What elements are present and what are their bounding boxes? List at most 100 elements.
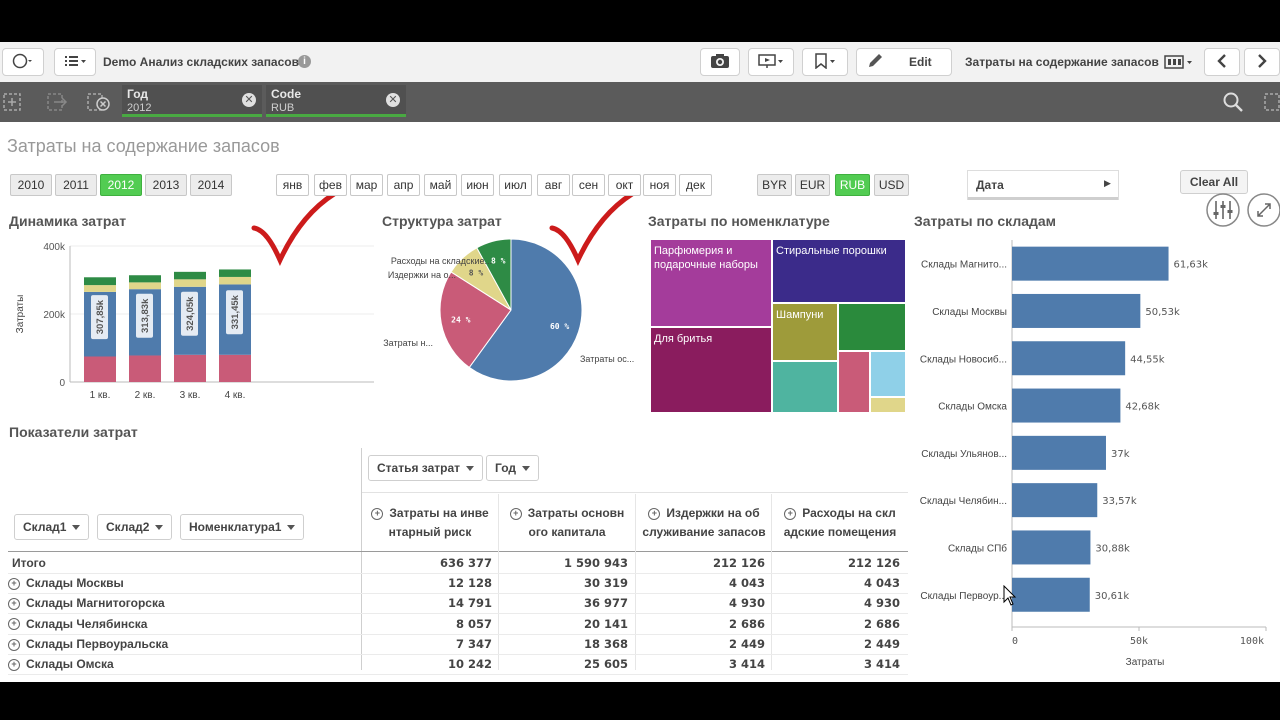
month-button[interactable]: июн (461, 174, 494, 196)
edit-button[interactable]: Edit (856, 48, 952, 76)
currency-button[interactable]: RUB (835, 174, 870, 196)
treemap-cell-shampoo[interactable]: Шампуни (772, 303, 838, 361)
expand-icon[interactable]: + (8, 638, 20, 651)
expand-icon[interactable]: + (371, 507, 384, 520)
table-row[interactable]: Итого 636 377 1 590 943 212 126 212 126 (8, 553, 908, 574)
year-button[interactable]: 2014 (190, 174, 232, 196)
bar-segment[interactable] (174, 354, 206, 382)
table-row[interactable]: + Склады Челябинска 8 057 20 141 2 686 2 686 (8, 614, 908, 635)
navigation-button[interactable] (2, 48, 44, 76)
clear-selections-icon[interactable] (86, 92, 112, 117)
treemap-cell[interactable] (838, 351, 870, 413)
treemap-cell[interactable] (870, 397, 906, 413)
table-column-header[interactable]: + Расходы на скл адские помещения (772, 504, 908, 552)
close-icon[interactable]: ✕ (242, 93, 256, 107)
value-cell: 3 414 (863, 657, 900, 671)
currency-button[interactable]: EUR (795, 174, 830, 196)
nomenclature-treemap[interactable]: Парфюмерия и подарочные наборы Стиральны… (650, 239, 906, 413)
table-row[interactable]: + Склады Москвы 12 128 30 319 4 043 4 043 (8, 573, 908, 595)
month-button[interactable]: дек (679, 174, 712, 196)
expand-icon[interactable]: + (8, 598, 20, 611)
expand-icon[interactable]: + (509, 507, 522, 520)
close-icon[interactable]: ✕ (386, 93, 400, 107)
row-dim-nomenclature[interactable]: Номенклатура1 (180, 514, 305, 540)
next-sheet-button[interactable] (1244, 48, 1280, 76)
snapshot-button[interactable] (700, 48, 740, 76)
month-button[interactable]: авг (537, 174, 570, 196)
expand-icon[interactable]: + (784, 507, 797, 520)
bar[interactable] (1012, 483, 1098, 518)
bar-segment[interactable] (129, 282, 161, 290)
month-button[interactable]: июл (499, 174, 532, 196)
month-button[interactable]: ноя (643, 174, 676, 196)
expand-icon[interactable]: + (8, 658, 20, 671)
bar[interactable] (1012, 388, 1121, 423)
clear-all-button[interactable]: Clear All (1180, 170, 1248, 194)
currency-button[interactable]: BYR (757, 174, 792, 196)
table-row[interactable]: + Склады Магнитогорска 14 791 36 977 4 930 4 … (8, 593, 908, 615)
treemap-cell[interactable] (838, 303, 906, 351)
expand-icon[interactable]: + (648, 507, 661, 520)
month-button[interactable]: мар (350, 174, 383, 196)
bar-segment[interactable] (129, 275, 161, 283)
month-button[interactable]: янв (276, 174, 309, 196)
step-forward-icon[interactable] (46, 92, 70, 117)
month-button[interactable]: окт (608, 174, 641, 196)
bar-segment[interactable] (84, 356, 116, 383)
treemap-cell-detergent[interactable]: Стиральные порошки (772, 239, 906, 303)
bar-segment[interactable] (219, 354, 251, 382)
fullscreen-icon[interactable] (1246, 192, 1280, 233)
bar-segment[interactable] (174, 271, 206, 280)
selections-tool-icon[interactable] (1262, 91, 1280, 118)
selection-chip-code[interactable]: Code RUB ✕ (266, 85, 406, 117)
row-dim-sklad2[interactable]: Склад2 (97, 514, 173, 540)
previous-sheet-button[interactable] (1204, 48, 1240, 76)
month-button[interactable]: апр (387, 174, 420, 196)
row-dim-sklad1[interactable]: Склад1 (14, 514, 90, 540)
selection-chip-year[interactable]: Год 2012 ✕ (122, 85, 262, 117)
year-button[interactable]: 2012 (100, 174, 142, 196)
bar-segment[interactable] (174, 279, 206, 287)
table-row[interactable]: + Склады Первоуральска 7 347 18 368 2 449 2 4… (8, 634, 908, 655)
bar-segment[interactable] (84, 285, 116, 292)
bar-segment[interactable] (129, 355, 161, 382)
month-button[interactable]: фев (314, 174, 347, 196)
bookmark-button[interactable] (802, 48, 848, 76)
year-button[interactable]: 2013 (145, 174, 187, 196)
filters-icon[interactable] (1205, 192, 1241, 233)
date-filter[interactable]: Дата ▶ (967, 170, 1119, 200)
table-row[interactable]: + Склады Омска 10 242 25 605 3 414 3 414 (8, 654, 908, 675)
treemap-cell[interactable] (772, 361, 838, 413)
bar-segment[interactable] (84, 277, 116, 286)
bar-segment[interactable] (219, 269, 251, 277)
month-button[interactable]: май (424, 174, 457, 196)
warehouses-bar-chart[interactable]: Склады Магнито... 61,63k Склады Москвы 50,5… (910, 232, 1280, 672)
table-column-header[interactable]: + Издержки на об служивание запасов (636, 504, 772, 552)
bar[interactable] (1012, 246, 1169, 281)
expand-icon[interactable]: + (8, 618, 20, 631)
bar[interactable] (1012, 435, 1106, 470)
col-dim-year[interactable]: Год (486, 455, 539, 481)
bar[interactable] (1012, 341, 1126, 376)
year-button[interactable]: 2011 (55, 174, 97, 196)
bar[interactable] (1012, 293, 1141, 328)
treemap-cell[interactable] (870, 351, 906, 397)
search-icon[interactable] (1222, 91, 1244, 118)
table-column-header[interactable]: + Затраты основн ого капитала (499, 504, 635, 552)
bar[interactable] (1012, 530, 1091, 565)
year-button[interactable]: 2010 (10, 174, 52, 196)
expand-icon[interactable]: + (8, 578, 20, 591)
treemap-cell-shaving[interactable]: Для бритья (650, 327, 772, 413)
currency-button[interactable]: USD (874, 174, 909, 196)
treemap-cell-perfume[interactable]: Парфюмерия и подарочные наборы (650, 239, 772, 327)
selection-tool-icon[interactable] (2, 92, 24, 117)
month-button[interactable]: сен (572, 174, 605, 196)
sheet-menu-button[interactable] (54, 48, 96, 76)
info-icon[interactable]: i (298, 55, 311, 68)
table-column-header[interactable]: + Затраты на инве нтарный риск (362, 504, 498, 552)
bar[interactable] (1012, 577, 1090, 612)
bar-segment[interactable] (219, 276, 251, 285)
col-dim-article[interactable]: Статья затрат (368, 455, 484, 481)
sheet-list-icon[interactable] (1164, 54, 1198, 77)
present-button[interactable] (748, 48, 794, 76)
